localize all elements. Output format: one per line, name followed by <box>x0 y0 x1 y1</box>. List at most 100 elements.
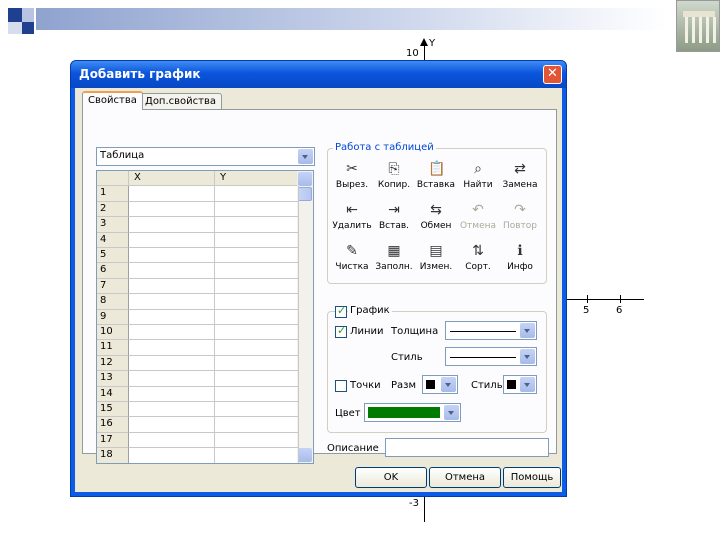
table-cell[interactable] <box>129 402 215 418</box>
color-select[interactable] <box>364 403 461 422</box>
table-cell[interactable] <box>129 263 215 279</box>
table-cell[interactable] <box>129 448 215 463</box>
lines-checkbox[interactable] <box>335 324 347 338</box>
table-cell[interactable] <box>129 186 215 202</box>
table-cell[interactable] <box>215 217 299 233</box>
ok-button[interactable]: OK <box>355 467 427 488</box>
table-cell[interactable] <box>215 186 299 202</box>
table-cell[interactable] <box>129 432 215 449</box>
table-cell[interactable] <box>215 402 299 418</box>
tool-button[interactable]: ✎ Чистка <box>334 243 370 272</box>
row-header[interactable]: 12 <box>97 355 129 372</box>
tab-properties[interactable]: Свойства <box>82 91 143 110</box>
row-header[interactable]: 10 <box>97 325 129 341</box>
row-header[interactable]: 18 <box>97 448 129 463</box>
row-header[interactable]: 4 <box>97 232 129 248</box>
row-header[interactable]: 11 <box>97 340 129 356</box>
row-header[interactable]: 5 <box>97 248 129 264</box>
table-cell[interactable] <box>129 201 215 218</box>
row-header[interactable]: 9 <box>97 309 129 325</box>
chevron-down-icon[interactable] <box>520 323 535 338</box>
table-cell[interactable] <box>215 232 299 248</box>
thickness-select[interactable] <box>445 321 537 340</box>
table-cell[interactable] <box>129 294 215 310</box>
tool-button[interactable]: ℹ Инфо <box>502 243 538 272</box>
row-header[interactable]: 16 <box>97 417 129 433</box>
table-cell[interactable] <box>129 217 215 233</box>
table-cell[interactable] <box>215 432 299 449</box>
tool-button[interactable]: ▤ Измен. <box>418 243 454 272</box>
table-cell[interactable] <box>215 386 299 402</box>
table-cell[interactable] <box>129 355 215 372</box>
tool-button[interactable]: ↶ Отмена <box>460 202 496 231</box>
scroll-thumb[interactable] <box>298 187 312 201</box>
tab-extra-properties[interactable]: Доп.свойства <box>139 93 223 110</box>
table-cell[interactable] <box>215 201 299 218</box>
column-header-x[interactable]: X <box>129 171 215 187</box>
row-header[interactable]: 17 <box>97 432 129 449</box>
table-cell[interactable] <box>129 371 215 387</box>
graph-checkbox[interactable] <box>335 304 347 318</box>
table-cell[interactable] <box>215 309 299 325</box>
description-input[interactable] <box>385 438 549 457</box>
row-header[interactable]: 8 <box>97 294 129 310</box>
chevron-down-icon[interactable] <box>441 377 456 392</box>
data-table[interactable]: X Y 1 2 3 4 5 6 7 8 9 10 11 12 13 14 15 16 17 18 <box>96 170 314 464</box>
row-header[interactable]: 13 <box>97 371 129 387</box>
table-cell[interactable] <box>215 325 299 341</box>
row-header[interactable]: 15 <box>97 402 129 418</box>
row-header[interactable]: 6 <box>97 263 129 279</box>
row-header[interactable]: 7 <box>97 278 129 295</box>
scroll-down-button[interactable] <box>298 448 312 462</box>
tool-button[interactable]: ↷ Повтор <box>502 202 538 231</box>
chevron-down-icon[interactable] <box>444 405 459 420</box>
table-cell[interactable] <box>215 355 299 372</box>
tool-button[interactable]: ⇅ Сорт. <box>460 243 496 272</box>
table-cell[interactable] <box>215 263 299 279</box>
table-cell[interactable] <box>129 232 215 248</box>
table-cell[interactable] <box>129 278 215 295</box>
table-cell[interactable] <box>215 371 299 387</box>
tool-button[interactable]: ⌕ Найти <box>460 161 496 190</box>
table-cell[interactable] <box>215 448 299 463</box>
column-header-y[interactable]: Y <box>215 171 299 187</box>
table-cell[interactable] <box>215 294 299 310</box>
table-cell[interactable] <box>129 248 215 264</box>
table-cell[interactable] <box>215 417 299 433</box>
scroll-up-button[interactable] <box>298 172 312 186</box>
tool-button[interactable]: 📋 Вставка <box>417 161 455 190</box>
tool-button[interactable]: ⇥ Встав. <box>376 202 412 231</box>
table-cell[interactable] <box>129 325 215 341</box>
chevron-down-icon[interactable] <box>520 349 535 364</box>
chevron-down-icon[interactable] <box>520 377 535 392</box>
tool-button[interactable]: ⇄ Замена <box>502 161 538 190</box>
table-cell[interactable] <box>215 278 299 295</box>
tool-button[interactable]: ▦ Заполн. <box>375 243 412 272</box>
row-header[interactable]: 2 <box>97 201 129 218</box>
close-button[interactable]: ✕ <box>543 65 562 84</box>
row-header[interactable]: 14 <box>97 386 129 402</box>
point-style-select[interactable] <box>503 375 537 394</box>
tool-button[interactable]: ⇆ Обмен <box>418 202 454 231</box>
table-cell[interactable] <box>129 309 215 325</box>
help-button[interactable]: Помощь <box>503 467 561 488</box>
tool-button[interactable]: ⎘ Копир. <box>376 161 412 190</box>
table-cell[interactable] <box>129 417 215 433</box>
line-style-select[interactable] <box>445 347 537 366</box>
points-checkbox[interactable] <box>335 380 347 392</box>
table-cell[interactable] <box>215 248 299 264</box>
table-cell[interactable] <box>129 386 215 402</box>
tool-button[interactable]: ⇤ Удалить <box>332 202 371 231</box>
table-cell[interactable] <box>129 340 215 356</box>
table-scrollbar[interactable] <box>297 171 313 463</box>
dialog-titlebar[interactable]: Добавить график ✕ <box>71 61 566 88</box>
building-photo <box>676 0 720 52</box>
row-header[interactable]: 3 <box>97 217 129 233</box>
source-select[interactable]: Таблица <box>96 147 315 166</box>
chevron-down-icon[interactable] <box>298 149 313 164</box>
tool-button[interactable]: ✂ Вырез. <box>334 161 370 190</box>
row-header[interactable]: 1 <box>97 186 129 202</box>
table-cell[interactable] <box>215 340 299 356</box>
cancel-button[interactable]: Отмена <box>429 467 501 488</box>
point-size-select[interactable] <box>422 375 458 394</box>
